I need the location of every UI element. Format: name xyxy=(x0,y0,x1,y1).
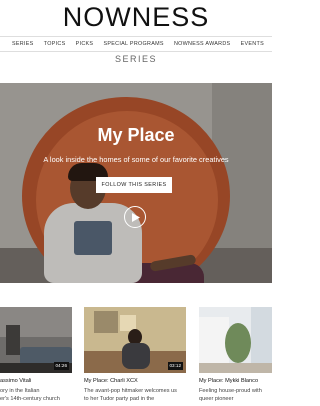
thumb-3-floor xyxy=(199,363,272,373)
video-duration-2: 03:12 xyxy=(167,362,183,370)
hero-title: My Place xyxy=(97,125,175,145)
nav-item-picks[interactable]: PICKS xyxy=(76,38,94,50)
video-thumbnail-1[interactable]: 04:26 xyxy=(0,307,72,373)
video-card-2[interactable]: 03:12 My Place: Charli XCX The avant-pop… xyxy=(84,307,188,406)
video-card-3[interactable]: My Place: Mykki Blanco Feeling house-pro… xyxy=(199,307,272,406)
video-title-2[interactable]: My Place: Charli XCX xyxy=(84,377,138,385)
follow-series-button[interactable]: FOLLOW THIS SERIES xyxy=(96,177,172,193)
video-card-1[interactable]: 04:26 assimo Vitali ory in the Italian e… xyxy=(0,307,74,406)
main-nav: SERIES TOPICS PICKS SPECIAL PROGRAMS NOW… xyxy=(0,38,272,50)
video-desc-3b: queer pioneer xyxy=(199,396,234,402)
video-desc-2a: The avant-pop hitmaker welcomes us xyxy=(84,388,177,394)
nav-item-topics[interactable]: TOPICS xyxy=(44,38,66,50)
video-title-1[interactable]: assimo Vitali xyxy=(0,377,31,385)
thumb-2-frame xyxy=(94,311,118,333)
video-title-3[interactable]: My Place: Mykki Blanco xyxy=(199,377,258,385)
play-icon xyxy=(132,212,140,222)
nav-divider-top xyxy=(0,36,272,37)
nowness-logo[interactable]: NOWNESS xyxy=(0,2,272,32)
video-desc-1a: ory in the Italian xyxy=(0,388,40,394)
thumb-2-body xyxy=(122,343,150,369)
video-desc-2b: to her Tudor party pad in the xyxy=(84,396,155,402)
nav-item-special-programs[interactable]: SPECIAL PROGRAMS xyxy=(103,38,163,50)
video-desc-3a: Feeling house-proud with xyxy=(199,388,262,394)
video-duration-1: 04:26 xyxy=(53,362,69,370)
thumb-3-plant xyxy=(225,323,251,363)
play-button[interactable] xyxy=(124,206,146,228)
thumb-1-door xyxy=(6,325,20,355)
video-thumbnail-2[interactable]: 03:12 xyxy=(84,307,186,373)
nav-item-events[interactable]: EVENTS xyxy=(241,38,264,50)
section-label: SERIES xyxy=(114,54,157,64)
hero-subtitle: A look inside the homes of some of our f… xyxy=(43,155,229,164)
nav-item-nowness-awards[interactable]: NOWNESS AWARDS xyxy=(174,38,231,50)
video-desc-1b: er's 14th-century church xyxy=(0,396,60,402)
nav-item-series[interactable]: SERIES xyxy=(12,38,34,50)
video-thumbnail-3[interactable] xyxy=(199,307,272,373)
